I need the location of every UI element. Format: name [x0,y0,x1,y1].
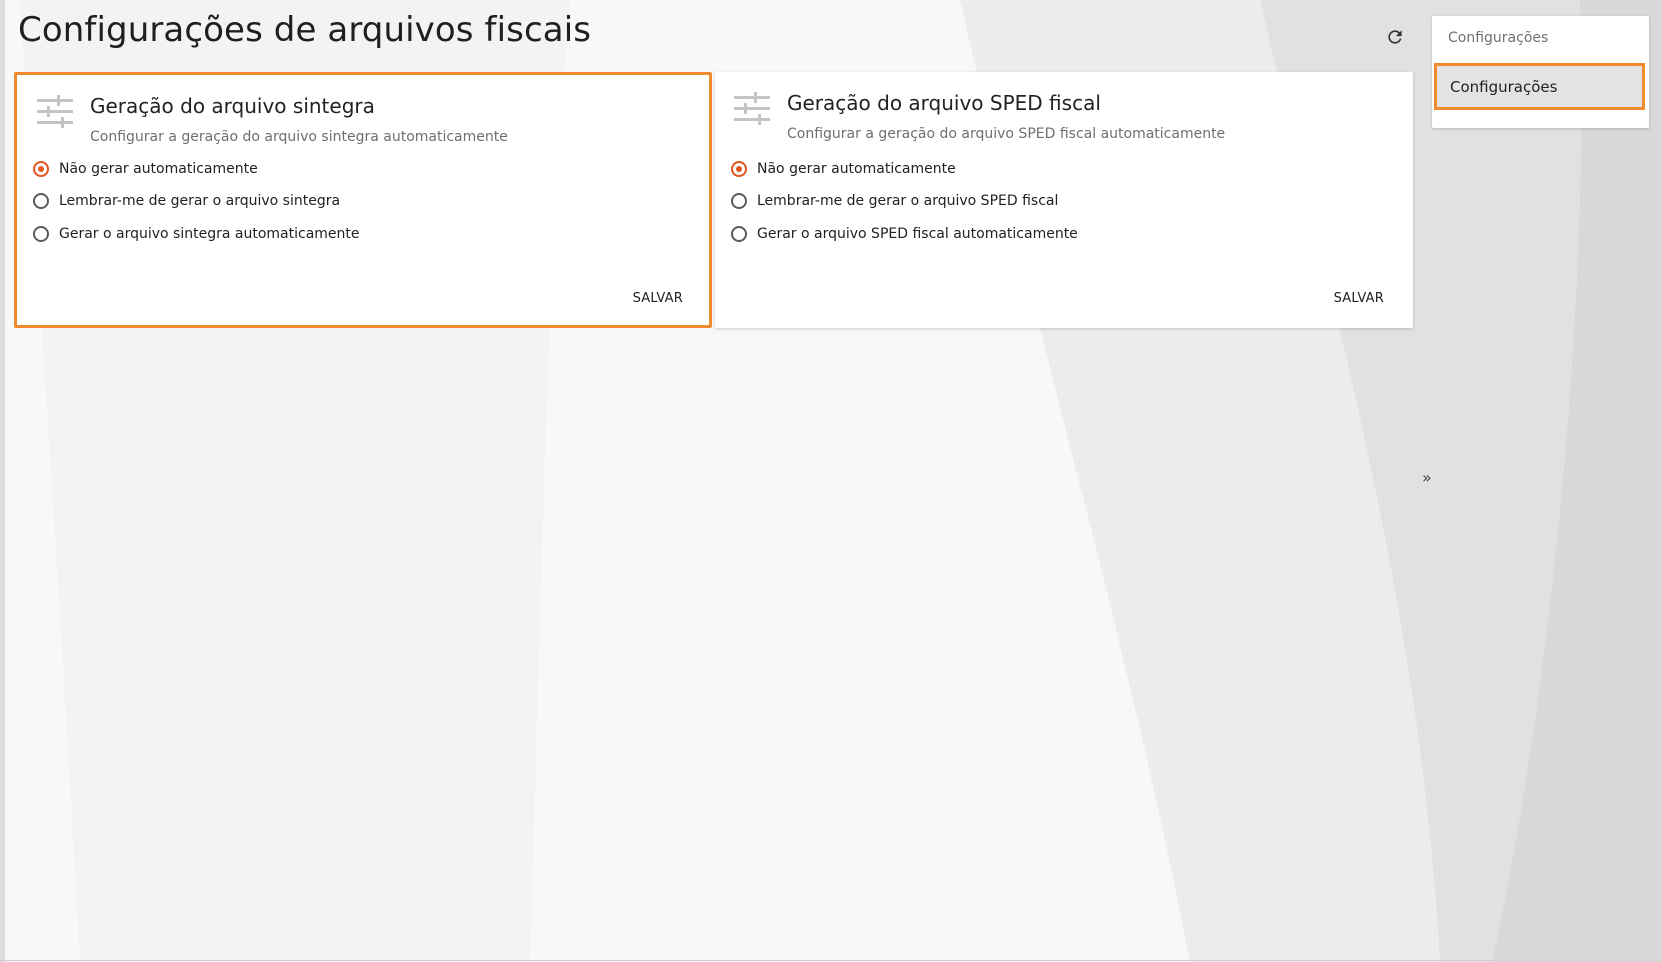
radio-option-gerar-auto[interactable]: Gerar o arquivo sintegra automaticamente [33,226,360,242]
card-title: Geração do arquivo sintegra [90,94,375,118]
page-title: Configurações de arquivos fiscais [18,10,592,50]
radio-option-lembrar[interactable]: Lembrar-me de gerar o arquivo sintegra [33,193,340,209]
radio-label: Não gerar automaticamente [757,161,956,177]
divider [0,960,1662,961]
card-sintegra: Geração do arquivo sintegra Configurar a… [14,72,712,328]
tune-sliders-icon [37,95,73,128]
radio-button[interactable] [33,193,49,209]
collapse-panel-button[interactable]: » [1422,470,1432,486]
save-button[interactable]: SALVAR [627,287,689,310]
radio-button[interactable] [731,226,747,242]
radio-label: Gerar o arquivo SPED fiscal automaticame… [757,226,1078,242]
radio-label: Não gerar automaticamente [59,161,258,177]
radio-button[interactable] [33,226,49,242]
radio-label: Lembrar-me de gerar o arquivo sintegra [59,193,341,209]
radio-label: Gerar o arquivo sintegra automaticamente [59,226,360,242]
card-subtitle: Configurar a geração do arquivo SPED fis… [787,126,1226,142]
card-subtitle: Configurar a geração do arquivo sintegra… [90,129,508,145]
refresh-icon [1388,30,1402,44]
radio-button-checked[interactable] [33,161,49,177]
radio-option-gerar-auto[interactable]: Gerar o arquivo SPED fiscal automaticame… [731,226,1078,242]
radio-label: Lembrar-me de gerar o arquivo SPED fisca… [757,193,1059,209]
radio-button-checked[interactable] [731,161,747,177]
side-panel-item-configuracoes[interactable]: Configurações [1434,63,1645,110]
tune-sliders-icon [734,92,770,125]
radio-option-nao-gerar[interactable]: Não gerar automaticamente [731,161,956,177]
radio-button[interactable] [731,193,747,209]
card-title: Geração do arquivo SPED fiscal [787,91,1101,115]
side-panel: Configurações Configurações [1432,16,1649,128]
radio-option-nao-gerar[interactable]: Não gerar automaticamente [33,161,258,177]
radio-option-lembrar[interactable]: Lembrar-me de gerar o arquivo SPED fisca… [731,193,1058,209]
save-button[interactable]: SALVAR [1328,287,1390,310]
refresh-button[interactable] [1380,22,1410,52]
card-sped-fiscal: Geração do arquivo SPED fiscal Configura… [715,72,1413,328]
side-panel-header: Configurações [1448,30,1549,46]
